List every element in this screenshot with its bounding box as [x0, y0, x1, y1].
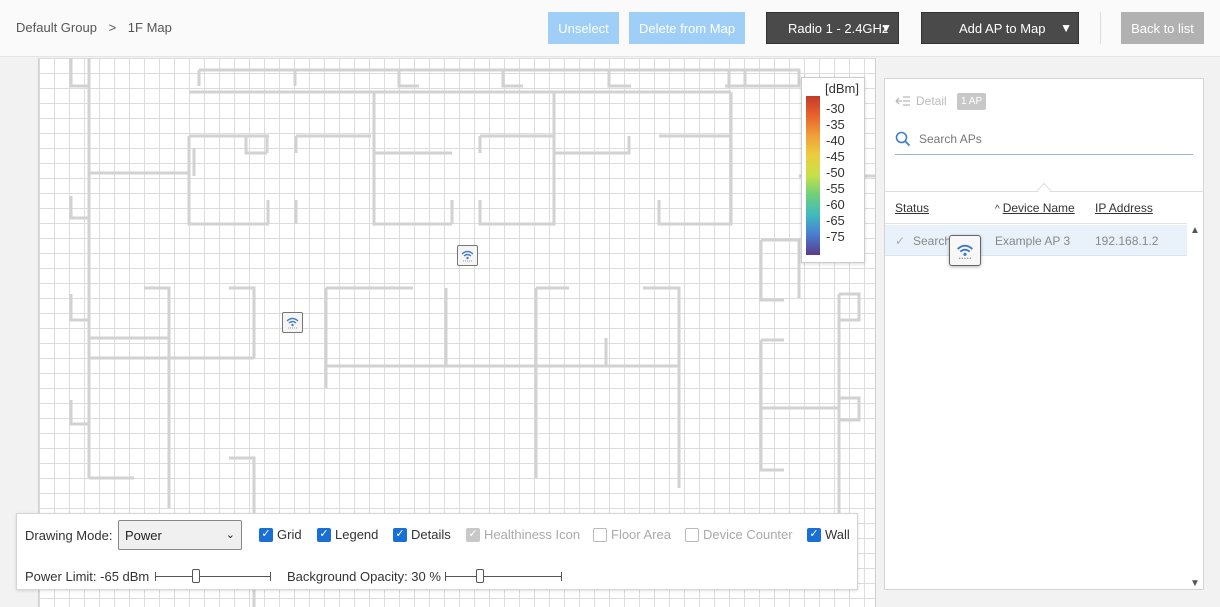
drawing-controls: Drawing Mode: Power ⌄ ✓ Grid ✓ Legend ✓ …	[16, 513, 858, 590]
toolbar-divider	[1100, 12, 1101, 44]
collapse-list-icon	[895, 96, 910, 106]
legend-tick: -75	[826, 229, 845, 244]
detail-toggle[interactable]: Detail	[895, 94, 947, 108]
background-opacity-label: Background Opacity: 30 %	[287, 569, 441, 584]
legend-unit: [dBm]	[825, 81, 859, 96]
divider-notch	[1036, 182, 1052, 198]
row-status: Search	[913, 234, 952, 248]
chevron-down-icon: ▼	[1060, 21, 1072, 35]
checkbox-label: Device Counter	[703, 527, 793, 542]
dragged-ap-marker[interactable]	[949, 235, 981, 266]
checkbox-checked-icon: ✓	[393, 527, 407, 542]
unselect-button[interactable]: Unselect	[548, 12, 619, 44]
power-limit-label: Power Limit: -65 dBm	[25, 569, 150, 584]
details-checkbox[interactable]: ✓ Details	[393, 527, 451, 542]
row-ip-address: 192.168.1.2	[1095, 234, 1159, 248]
ap-marker[interactable]	[457, 245, 478, 266]
floor-area-checkbox: Floor Area	[593, 527, 671, 542]
checkbox-checked-icon: ✓	[317, 527, 331, 542]
checkbox-label: Wall	[825, 527, 850, 542]
scroll-down-icon[interactable]: ▼	[1190, 578, 1200, 589]
signal-legend: [dBm] -30 -35 -40 -45 -50 -55 -60 -65 -7…	[801, 77, 865, 263]
radio-select-value: Radio 1 - 2.4GHz	[788, 20, 889, 36]
search-input[interactable]	[919, 132, 1179, 146]
legend-checkbox[interactable]: ✓ Legend	[317, 527, 378, 542]
delete-from-map-button[interactable]: Delete from Map	[629, 12, 745, 44]
legend-tick: -45	[826, 149, 845, 164]
breadcrumb: Default Group > 1F Map	[16, 20, 180, 35]
row-device-name: Example AP 3	[995, 234, 1071, 248]
slider-end	[270, 572, 271, 581]
legend-tick: -35	[826, 117, 845, 132]
slider-handle[interactable]	[476, 569, 485, 583]
wall-checkbox[interactable]: ✓ Wall	[807, 527, 850, 542]
search-icon	[895, 131, 911, 147]
add-ap-to-map-button[interactable]: Add AP to Map ▼	[921, 12, 1079, 44]
drawing-mode-label: Drawing Mode:	[25, 528, 113, 543]
checkbox-checked-icon: ✓	[259, 527, 273, 542]
legend-tick: -65	[826, 213, 845, 228]
column-header-status[interactable]: Status	[895, 201, 929, 215]
wifi-icon	[461, 250, 474, 262]
chevron-down-icon: ⌄	[225, 529, 235, 541]
grid-checkbox[interactable]: ✓ Grid	[259, 527, 302, 542]
detail-label: Detail	[916, 94, 947, 108]
checkbox-label: Grid	[277, 527, 302, 542]
slider-end	[155, 572, 156, 581]
checkbox-label: Floor Area	[611, 527, 671, 542]
column-header-ip-address[interactable]: IP Address	[1095, 201, 1153, 215]
legend-tick: -30	[826, 101, 845, 116]
checkbox-label: Legend	[335, 527, 379, 542]
checkbox-checked-icon: ✓	[807, 527, 821, 542]
column-header-device-name[interactable]: ^ Device Name	[995, 201, 1075, 215]
wifi-icon	[286, 317, 299, 329]
legend-ticks: -30 -35 -40 -45 -50 -55 -60 -65 -75	[826, 101, 845, 245]
legend-tick: -40	[826, 133, 845, 148]
checkbox-label: Details	[411, 527, 451, 542]
slider-handle[interactable]	[191, 569, 200, 583]
header-divider	[885, 223, 1187, 224]
column-header-label: Device Name	[1002, 201, 1075, 215]
checkbox-unchecked-icon	[593, 527, 607, 542]
back-to-list-button[interactable]: Back to list	[1121, 12, 1204, 44]
checkmark-icon: ✓	[895, 234, 906, 248]
legend-tick: -55	[826, 181, 845, 196]
ap-marker[interactable]	[282, 312, 303, 333]
legend-tick: -50	[826, 165, 845, 180]
breadcrumb-group[interactable]: Default Group	[16, 20, 97, 35]
legend-tick: -60	[826, 197, 845, 212]
sort-ascending-icon: ^	[995, 204, 1000, 215]
wifi-icon	[957, 244, 973, 259]
ap-count-badge: 1 AP	[957, 93, 987, 110]
legend-color-scale	[806, 96, 820, 255]
breadcrumb-separator: >	[108, 20, 117, 35]
radio-select[interactable]: Radio 1 - 2.4GHz ▼	[766, 12, 899, 44]
drawing-mode-select[interactable]: Power ⌄	[118, 520, 242, 550]
top-bar: Default Group > 1F Map Unselect Delete f…	[0, 0, 1220, 57]
search-box	[895, 127, 1193, 155]
ap-list-panel: Detail 1 AP Status ^Device Name IP Addre…	[884, 78, 1204, 590]
drawing-mode-value: Power	[125, 528, 162, 543]
device-counter-checkbox: Device Counter	[685, 527, 793, 542]
chevron-down-icon: ▼	[880, 21, 892, 35]
slider-end	[561, 572, 562, 581]
scroll-up-icon[interactable]: ▲	[1190, 225, 1200, 236]
healthiness-icon-checkbox: ✓ Healthiness Icon	[466, 527, 580, 542]
background-opacity-slider[interactable]	[445, 569, 562, 583]
table-row[interactable]: ✓ Search Example AP 3 192.168.1.2	[885, 225, 1187, 256]
checkbox-unchecked-icon	[685, 527, 699, 542]
add-ap-label: Add AP to Map	[959, 20, 1046, 36]
power-limit-slider[interactable]	[155, 569, 271, 583]
slider-end	[445, 572, 446, 581]
checkbox-label: Healthiness Icon	[484, 527, 581, 542]
scrollbar[interactable]: ▲ ▼	[1187, 223, 1203, 589]
breadcrumb-page: 1F Map	[127, 20, 172, 35]
checkbox-checked-icon: ✓	[466, 527, 480, 542]
